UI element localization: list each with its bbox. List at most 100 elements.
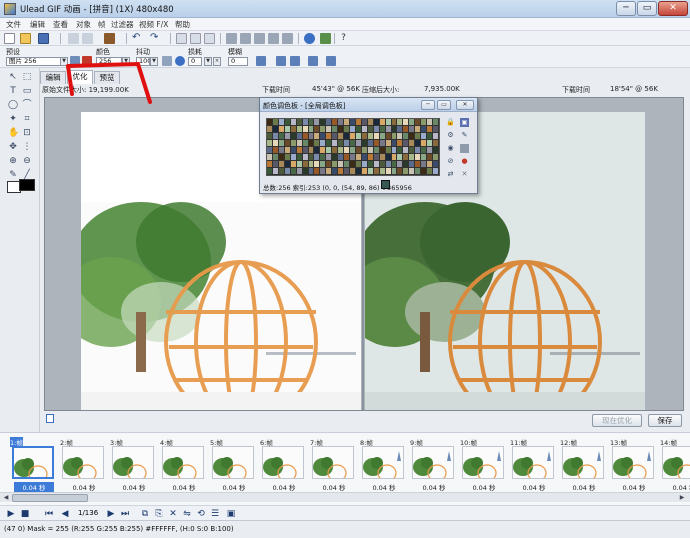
- optimize-now-button[interactable]: 现在优化: [592, 414, 642, 427]
- move-tool-icon[interactable]: ✥: [8, 142, 18, 152]
- frame-delay[interactable]: 0.04 秒: [164, 482, 204, 492]
- duplicate-frame-icon[interactable]: ⎘: [154, 509, 164, 519]
- palette-lock-icon[interactable]: 🔒: [446, 118, 455, 127]
- reverse-icon[interactable]: ⟲: [196, 509, 206, 519]
- frame-item[interactable]: 5:帧 0.04 秒: [208, 436, 257, 494]
- frame-item[interactable]: 4:帧 0.04 秒: [158, 436, 207, 494]
- lasso-tool-icon[interactable]: ⌒: [22, 100, 32, 110]
- palette-swatch[interactable]: [433, 133, 439, 140]
- palette-delete-icon[interactable]: ✕: [460, 170, 469, 179]
- foreground-color-swatch[interactable]: [19, 179, 35, 191]
- blur-field[interactable]: 0: [228, 57, 248, 66]
- layer-5-icon[interactable]: [282, 33, 293, 44]
- play-icon[interactable]: ▶: [6, 509, 16, 519]
- open-icon[interactable]: [20, 33, 31, 44]
- frame-tool-3-icon[interactable]: [204, 33, 215, 44]
- frame-item[interactable]: 10:帧 0.04 秒: [458, 436, 507, 494]
- frame-item[interactable]: 2:帧 0.04 秒: [58, 436, 107, 494]
- redo-icon[interactable]: ↷: [150, 33, 161, 44]
- frame-item[interactable]: 8:帧 0.04 秒: [358, 436, 407, 494]
- palette-color-grid[interactable]: [266, 118, 440, 176]
- preset-dropdown[interactable]: 图片 256: [6, 57, 61, 66]
- delete-frame-icon[interactable]: ✕: [168, 509, 178, 519]
- menu-help[interactable]: 帮助: [175, 19, 190, 30]
- transform-tool-icon[interactable]: ⊡: [22, 128, 32, 138]
- clone-tool-icon[interactable]: ⋮: [22, 142, 32, 152]
- frame-delay[interactable]: 0.04 秒: [664, 482, 690, 492]
- frame-delay[interactable]: 0.04 秒: [364, 482, 404, 492]
- layer-icon[interactable]: [226, 33, 237, 44]
- palette-swatch[interactable]: [433, 119, 439, 126]
- effect-icon[interactable]: [320, 33, 331, 44]
- help-pointer-icon[interactable]: ?: [338, 33, 349, 44]
- frame-delay[interactable]: 0.04 秒: [14, 482, 54, 492]
- palette-load-icon[interactable]: ▣: [460, 118, 469, 127]
- ellipse-tool-icon[interactable]: ◯: [8, 100, 18, 110]
- option-icon-3[interactable]: [290, 56, 300, 66]
- menu-view[interactable]: 查看: [53, 19, 68, 30]
- close-button[interactable]: ✕: [658, 1, 688, 16]
- scroll-right-icon[interactable]: ▶: [678, 494, 686, 502]
- add-frame-icon[interactable]: ⧉: [140, 509, 150, 519]
- frame-item[interactable]: 7:帧 0.04 秒: [308, 436, 357, 494]
- zoom-in-icon[interactable]: ⊕: [8, 156, 18, 166]
- frame-item[interactable]: 14:帧0.04 秒: [658, 436, 690, 494]
- palette-swatch[interactable]: [433, 168, 439, 175]
- frame-delay[interactable]: 0.04 秒: [414, 482, 454, 492]
- menu-filter[interactable]: 过滤器: [111, 19, 134, 30]
- text-tool-icon[interactable]: T: [8, 86, 18, 96]
- frame-delay[interactable]: 0.04 秒: [614, 482, 654, 492]
- frame-item[interactable]: 12:帧 0.04 秒: [558, 436, 607, 494]
- dither-options-icon[interactable]: [162, 56, 172, 66]
- palette-swatch[interactable]: [433, 161, 439, 168]
- next-frame-icon[interactable]: ▶: [106, 509, 116, 519]
- frame-item[interactable]: 3:帧 0.04 秒: [108, 436, 157, 494]
- palette-swatch[interactable]: [433, 126, 439, 133]
- menu-video-fx[interactable]: 视频 F/X: [139, 19, 168, 30]
- palette-edit-icon[interactable]: ✎: [460, 131, 469, 140]
- hand-tool-icon[interactable]: ✋: [8, 128, 19, 138]
- select-tool-icon[interactable]: ⬚: [22, 72, 32, 82]
- menu-edit[interactable]: 编辑: [30, 19, 45, 30]
- tween-icon[interactable]: ⇋: [182, 509, 192, 519]
- frame-item[interactable]: 9:帧 0.04 秒: [408, 436, 457, 494]
- frame-delay[interactable]: 0.04 秒: [264, 482, 304, 492]
- lossy-spin[interactable]: ×: [213, 57, 221, 66]
- palette-swatch[interactable]: [433, 147, 439, 154]
- palette-select-icon[interactable]: ⊘: [446, 157, 455, 166]
- color-swatches[interactable]: [7, 177, 37, 195]
- minimize-button[interactable]: ─: [616, 1, 636, 16]
- frame-delay[interactable]: 0.04 秒: [314, 482, 354, 492]
- dither-mode-icon[interactable]: [175, 56, 185, 66]
- layer-3-icon[interactable]: [254, 33, 265, 44]
- frame-delay[interactable]: 0.04 秒: [514, 482, 554, 492]
- palette-titlebar[interactable]: 颜色调色板 - [全局调色板] ─ ▭ ✕: [260, 98, 477, 112]
- frame-checkbox-icon[interactable]: [46, 414, 54, 423]
- scroll-thumb[interactable]: [12, 494, 88, 502]
- magic-wand-icon[interactable]: ✦: [8, 114, 18, 124]
- frame-item[interactable]: 13:帧 0.04 秒: [608, 436, 657, 494]
- crop-tool-icon[interactable]: ⌗: [22, 114, 32, 124]
- menu-object[interactable]: 对象: [76, 19, 91, 30]
- option-icon-1[interactable]: [256, 56, 266, 66]
- frame-delay[interactable]: 0.04 秒: [464, 482, 504, 492]
- palette-maximize-button[interactable]: ▭: [437, 100, 451, 110]
- new-icon[interactable]: [4, 33, 15, 44]
- frame-tool-2-icon[interactable]: [190, 33, 201, 44]
- lossy-arrow[interactable]: ▼: [204, 57, 212, 66]
- frame-delay[interactable]: 0.04 秒: [64, 482, 104, 492]
- palette-close-button[interactable]: ✕: [456, 100, 474, 110]
- layer-2-icon[interactable]: [240, 33, 251, 44]
- lossy-field[interactable]: 0: [188, 57, 202, 66]
- prev-frame-icon[interactable]: ◀: [60, 509, 70, 519]
- zoom-out-icon[interactable]: ⊖: [22, 156, 32, 166]
- first-frame-icon[interactable]: ⏮: [44, 509, 54, 519]
- palette-shift-icon[interactable]: ⇄: [446, 170, 455, 179]
- option-icon-5[interactable]: [326, 56, 336, 66]
- cut-icon[interactable]: [68, 33, 79, 44]
- globe-icon[interactable]: [304, 33, 315, 44]
- frame-item[interactable]: 1:帧 0.04 秒: [8, 436, 57, 494]
- save-icon[interactable]: [38, 33, 49, 44]
- palette-swatch[interactable]: [433, 154, 439, 161]
- paste-icon[interactable]: [104, 33, 115, 44]
